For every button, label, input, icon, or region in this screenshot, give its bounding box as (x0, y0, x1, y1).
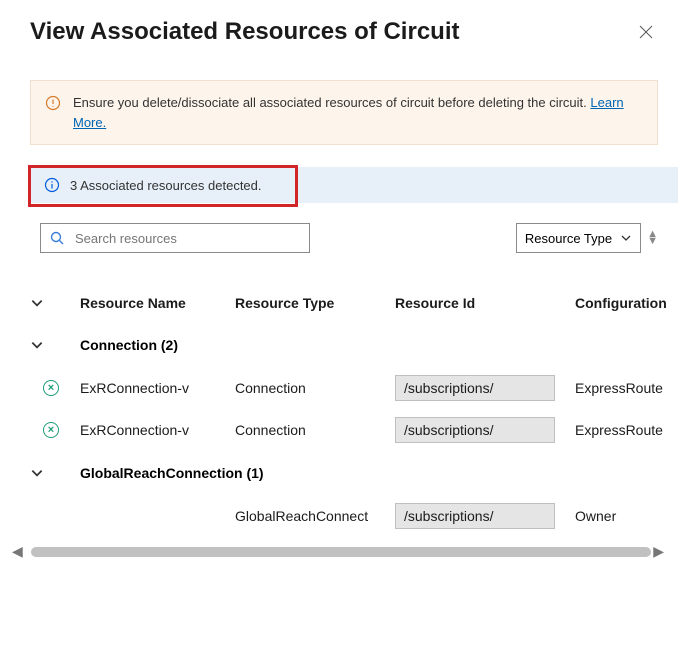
info-icon (44, 177, 60, 193)
resource-id-field[interactable]: /subscriptions/ (395, 503, 555, 529)
search-icon (49, 230, 65, 246)
resource-config: ExpressRoute (575, 380, 675, 396)
column-header-config[interactable]: Configuration (575, 295, 675, 311)
group-row[interactable]: GlobalReachConnection (1) (0, 451, 678, 495)
info-banner: 3 Associated resources detected. (30, 167, 678, 203)
table-row[interactable]: ExRConnection-v Connection /subscription… (0, 367, 678, 409)
column-header-id[interactable]: Resource Id (395, 295, 575, 311)
search-box[interactable] (40, 223, 310, 253)
scroll-left-icon[interactable]: ◀ (8, 543, 27, 560)
close-icon (638, 24, 654, 40)
page-title: View Associated Resources of Circuit (30, 18, 459, 46)
scroll-thumb[interactable] (31, 547, 651, 557)
resource-type: Connection (235, 422, 395, 438)
connection-icon (43, 380, 59, 396)
table-row[interactable]: ExRConnection-v Connection /subscription… (0, 409, 678, 451)
group-label: GlobalReachConnection (1) (80, 465, 264, 481)
sort-dropdown[interactable]: Resource Type (516, 223, 641, 253)
sort-dropdown-label: Resource Type (525, 231, 612, 246)
resource-id-field[interactable]: /subscriptions/ (395, 375, 555, 401)
resource-type: Connection (235, 380, 395, 396)
scroll-track[interactable] (31, 547, 645, 557)
resource-type: GlobalReachConnect (235, 508, 395, 524)
chevron-down-icon[interactable] (30, 296, 44, 310)
warning-banner: Ensure you delete/dissociate all associa… (30, 80, 658, 145)
table-header: Resource Name Resource Type Resource Id … (0, 295, 678, 323)
resource-name: ExRConnection-v (80, 380, 235, 396)
resource-config: ExpressRoute (575, 422, 675, 438)
warning-text: Ensure you delete/dissociate all associa… (73, 95, 590, 110)
sort-down-icon: ▼ (647, 238, 658, 245)
connection-icon (43, 422, 59, 438)
close-button[interactable] (638, 24, 654, 40)
group-row[interactable]: Connection (2) (0, 323, 678, 367)
resources-table: Resource Name Resource Type Resource Id … (0, 295, 678, 560)
sort-direction-toggle[interactable]: ▲ ▼ (647, 231, 658, 245)
column-header-type[interactable]: Resource Type (235, 295, 395, 311)
chevron-down-icon (30, 466, 44, 480)
scroll-right-icon[interactable]: ▶ (649, 543, 668, 560)
info-text: 3 Associated resources detected. (70, 178, 262, 193)
resource-config: Owner (575, 508, 675, 524)
chevron-down-icon (620, 232, 632, 244)
group-label: Connection (2) (80, 337, 178, 353)
chevron-down-icon (30, 338, 44, 352)
search-input[interactable] (75, 231, 301, 246)
table-row[interactable]: GlobalReachConnect /subscriptions/ Owner (0, 495, 678, 537)
horizontal-scrollbar[interactable]: ◀ ▶ (0, 537, 678, 560)
warning-icon (45, 95, 61, 111)
column-header-name[interactable]: Resource Name (80, 295, 235, 311)
resource-id-field[interactable]: /subscriptions/ (395, 417, 555, 443)
resource-name: ExRConnection-v (80, 422, 235, 438)
